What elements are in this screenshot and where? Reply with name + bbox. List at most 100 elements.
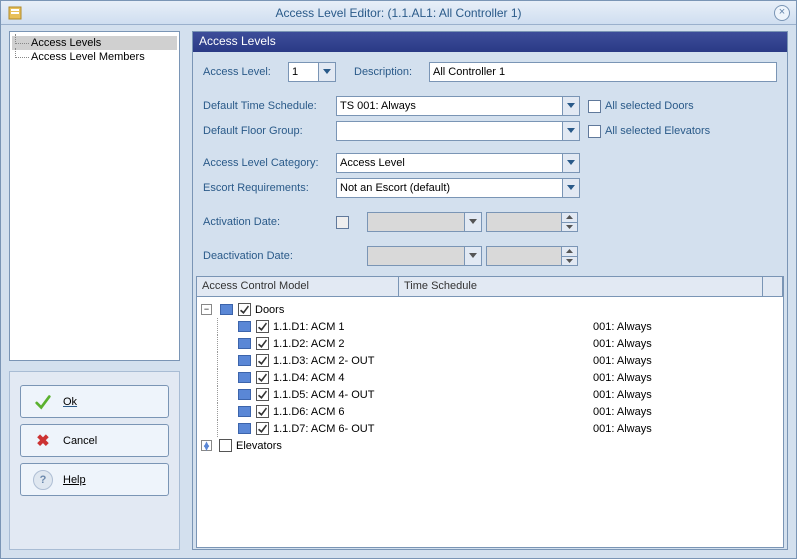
label-escort: Escort Requirements: — [203, 182, 336, 194]
row-schedule: 001: Always — [593, 389, 783, 401]
label-default-fg: Default Floor Group: — [203, 125, 336, 137]
column-header-ts[interactable]: Time Schedule — [399, 277, 763, 296]
title-bar: Access Level Editor: (1.1.AL1: All Contr… — [1, 1, 796, 25]
row-name: 1.1.D7: ACM 6- OUT — [273, 423, 393, 435]
cancel-button[interactable]: ✖ Cancel — [20, 424, 169, 457]
tree-row[interactable]: 1.1.D7: ACM 6- OUT 001: Always — [201, 420, 783, 437]
door-icon — [238, 338, 251, 349]
label-all-elev: All selected Elevators — [605, 125, 710, 137]
row-checkbox[interactable] — [256, 337, 269, 350]
chevron-down-icon[interactable] — [562, 122, 579, 140]
group-checkbox[interactable] — [238, 303, 251, 316]
default-ts-combo[interactable]: TS 001: Always — [336, 96, 580, 116]
chevron-down-icon[interactable] — [562, 223, 577, 232]
acm-grid: Access Control Model Time Schedule − Door… — [196, 276, 784, 548]
label-default-ts: Default Time Schedule: — [203, 100, 336, 112]
row-name: 1.1.D6: ACM 6 — [273, 406, 393, 418]
activation-date-combo[interactable] — [367, 212, 482, 232]
row-schedule: 001: Always — [593, 355, 783, 367]
help-button[interactable]: ? Help — [20, 463, 169, 496]
door-icon — [238, 321, 251, 332]
door-icon — [238, 406, 251, 417]
chevron-down-icon[interactable] — [464, 247, 481, 265]
column-header-acm[interactable]: Access Control Model — [197, 277, 399, 296]
tree-row[interactable]: 1.1.D6: ACM 6 001: Always — [201, 403, 783, 420]
combo-value: TS 001: Always — [340, 100, 416, 112]
door-icon — [238, 372, 251, 383]
combo-value: 1 — [292, 66, 298, 78]
all-doors-checkbox[interactable] — [588, 100, 601, 113]
chevron-up-icon[interactable] — [562, 213, 577, 223]
window-frame: Access Level Editor: (1.1.AL1: All Contr… — [0, 0, 797, 559]
button-label: Help — [63, 474, 168, 486]
chevron-down-icon[interactable] — [464, 213, 481, 231]
tree-group-doors[interactable]: − Doors — [201, 301, 783, 318]
nav-label: Access Levels — [31, 37, 101, 49]
chevron-up-icon[interactable] — [562, 247, 577, 257]
label-deactivation: Deactivation Date: — [203, 250, 336, 262]
row-schedule: 001: Always — [593, 423, 783, 435]
group-checkbox[interactable] — [219, 439, 232, 452]
button-label: Ok — [63, 396, 168, 408]
x-icon: ✖ — [31, 429, 55, 453]
row-checkbox[interactable] — [256, 422, 269, 435]
nav-access-level-members[interactable]: Access Level Members — [12, 50, 177, 64]
row-name: 1.1.D2: ACM 2 — [273, 338, 393, 350]
activation-time-spinner[interactable] — [486, 212, 578, 232]
collapse-icon[interactable]: − — [201, 304, 212, 315]
row-name: 1.1.D1: ACM 1 — [273, 321, 393, 333]
button-panel: Ok ✖ Cancel ? Help — [9, 371, 180, 550]
door-icon — [238, 355, 251, 366]
tree-row[interactable]: 1.1.D5: ACM 4- OUT 001: Always — [201, 386, 783, 403]
row-checkbox[interactable] — [256, 405, 269, 418]
description-input[interactable]: All Controller 1 — [429, 62, 777, 82]
nav-access-levels[interactable]: Access Levels — [12, 36, 177, 50]
input-value: All Controller 1 — [433, 66, 505, 78]
activation-enable-checkbox[interactable] — [336, 216, 349, 229]
nav-label: Access Level Members — [31, 51, 145, 63]
row-checkbox[interactable] — [256, 371, 269, 384]
tree-row[interactable]: 1.1.D4: ACM 4 001: Always — [201, 369, 783, 386]
row-name: 1.1.D5: ACM 4- OUT — [273, 389, 393, 401]
label-all-doors: All selected Doors — [605, 100, 694, 112]
row-schedule: 001: Always — [593, 338, 783, 350]
tree-row[interactable]: 1.1.D1: ACM 1 001: Always — [201, 318, 783, 335]
row-name: 1.1.D4: ACM 4 — [273, 372, 393, 384]
deactivation-date-combo[interactable] — [367, 246, 482, 266]
row-schedule: 001: Always — [593, 372, 783, 384]
app-icon — [7, 5, 23, 21]
panel-title: Access Levels — [193, 32, 787, 52]
tree-group-elevators[interactable]: ▴▾ Elevators — [201, 437, 783, 454]
label-description: Description: — [354, 66, 429, 78]
close-button[interactable]: × — [774, 5, 790, 21]
check-icon — [31, 390, 55, 414]
button-label: Cancel — [63, 435, 168, 447]
group-label: Doors — [255, 304, 284, 316]
ok-button[interactable]: Ok — [20, 385, 169, 418]
grid-body[interactable]: −Doors1.1.D1: ACM 1001: Always1.1.D2: AC… — [197, 297, 783, 547]
row-checkbox[interactable] — [256, 320, 269, 333]
row-schedule: 001: Always — [593, 321, 783, 333]
all-elev-checkbox[interactable] — [588, 125, 601, 138]
category-combo[interactable]: Access Level — [336, 153, 580, 173]
tree-row[interactable]: 1.1.D2: ACM 2 001: Always — [201, 335, 783, 352]
chevron-down-icon[interactable] — [562, 154, 579, 172]
expand-icon[interactable]: ▴▾ — [201, 440, 212, 451]
chevron-down-icon[interactable] — [562, 179, 579, 197]
chevron-down-icon[interactable] — [318, 63, 335, 81]
escort-combo[interactable]: Not an Escort (default) — [336, 178, 580, 198]
tree-row[interactable]: 1.1.D3: ACM 2- OUT001: Always — [201, 352, 783, 369]
door-icon — [238, 423, 251, 434]
access-level-combo[interactable]: 1 — [288, 62, 336, 82]
chevron-down-icon[interactable] — [562, 257, 577, 266]
group-label: Elevators — [236, 440, 282, 452]
deactivation-time-spinner[interactable] — [486, 246, 578, 266]
row-checkbox[interactable] — [256, 388, 269, 401]
row-schedule: 001: Always — [593, 406, 783, 418]
chevron-down-icon[interactable] — [562, 97, 579, 115]
label-category: Access Level Category: — [203, 157, 336, 169]
row-checkbox[interactable] — [256, 354, 269, 367]
door-icon — [238, 389, 251, 400]
main-panel: Access Levels Access Level: 1 Descriptio… — [192, 31, 788, 550]
default-fg-combo[interactable] — [336, 121, 580, 141]
